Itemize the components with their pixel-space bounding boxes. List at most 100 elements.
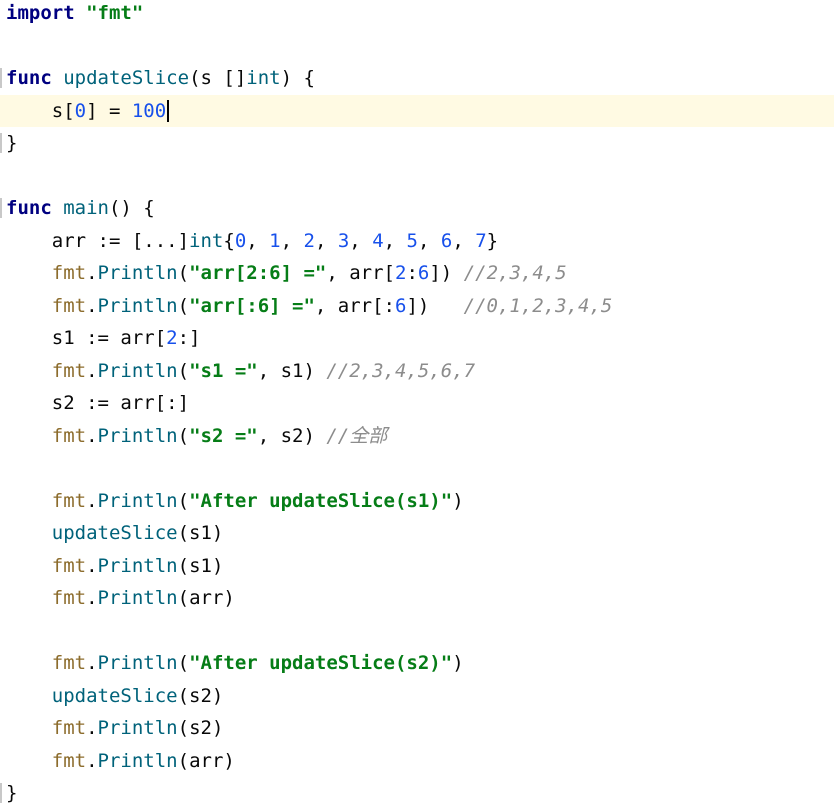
function-call-token: Println xyxy=(97,554,178,577)
string-token: "s2 =" xyxy=(189,424,258,447)
function-call-token: Println xyxy=(97,749,178,772)
code-line-current[interactable]: s[0] = 100 xyxy=(0,94,834,127)
function-call-token: Println xyxy=(97,424,178,447)
string-token: "arr[2:6] =" xyxy=(189,262,327,284)
code-line[interactable] xyxy=(0,30,834,62)
package-token: fmt xyxy=(51,359,87,382)
code-line[interactable]: func updateSlice(s []int) { xyxy=(0,62,834,94)
function-call-token: updateSlice xyxy=(51,522,178,544)
code-line[interactable]: fmt.Println("After updateSlice(s1)") xyxy=(0,485,834,517)
fold-marker[interactable] xyxy=(0,133,2,153)
number-token: 0 xyxy=(74,99,87,122)
code-line[interactable]: fmt.Println("s2 =", s2) //全部 xyxy=(0,420,834,452)
code-line[interactable] xyxy=(0,160,834,192)
code-text: s2 := arr[:] xyxy=(6,387,189,419)
code-token: (s2) xyxy=(177,684,224,707)
code-token: . xyxy=(86,652,98,674)
fold-marker[interactable] xyxy=(0,783,2,803)
code-line[interactable]: fmt.Println("arr[2:6] =", arr[2:6]) //2,… xyxy=(0,257,834,289)
code-token: , xyxy=(383,229,407,252)
code-line[interactable]: fmt.Println(arr) xyxy=(0,745,834,777)
code-token: } xyxy=(6,782,18,804)
package-token: fmt xyxy=(51,554,87,577)
text-caret xyxy=(167,100,170,122)
identifier-token: updateSlice xyxy=(63,67,190,89)
code-text: fmt.Println(arr) xyxy=(6,745,235,777)
function-call-token: Println xyxy=(97,489,178,512)
function-call-token: Println xyxy=(97,359,178,382)
code-token: ( xyxy=(177,424,190,447)
code-line[interactable]: } xyxy=(0,127,834,159)
code-line[interactable]: arr := [...]int{0, 1, 2, 3, 4, 5, 6, 7} xyxy=(0,225,834,257)
fold-marker[interactable] xyxy=(0,68,2,88)
code-line[interactable]: s1 := arr[2:] xyxy=(0,322,834,354)
code-token: , xyxy=(314,229,338,252)
code-text: fmt.Println(s2) xyxy=(6,712,224,744)
code-token: ( xyxy=(177,652,190,674)
code-token: , s1) xyxy=(257,359,327,382)
code-token: ) xyxy=(452,652,464,674)
identifier-token: int xyxy=(246,67,281,89)
code-token: ]) xyxy=(429,262,464,284)
code-line[interactable] xyxy=(0,452,834,484)
code-line[interactable]: fmt.Println(s1) xyxy=(0,550,834,582)
code-line[interactable]: fmt.Println(arr) xyxy=(0,582,834,614)
code-line[interactable]: fmt.Println(s2) xyxy=(0,712,834,744)
code-text: fmt.Println(s1) xyxy=(6,550,224,582)
code-line[interactable]: s2 := arr[:] xyxy=(0,387,834,419)
code-line[interactable]: updateSlice(s2) xyxy=(0,680,834,712)
package-token: fmt xyxy=(51,652,87,674)
code-token: . xyxy=(86,587,98,609)
comment-token: //全部 xyxy=(326,424,388,447)
code-line[interactable]: fmt.Println("s1 =", s1) //2,3,4,5,6,7 xyxy=(0,355,834,387)
code-token: : xyxy=(406,262,418,284)
code-token: s1 := arr[ xyxy=(6,327,167,349)
code-token: s2 := arr[:] xyxy=(6,392,190,414)
code-text: arr := [...]int{0, 1, 2, 3, 4, 5, 6, 7} xyxy=(6,225,498,257)
code-line[interactable] xyxy=(0,615,834,647)
number-token: 7 xyxy=(475,229,487,252)
code-line[interactable]: updateSlice(s1) xyxy=(0,517,834,549)
number-token: 100 xyxy=(131,99,167,122)
package-token: fmt xyxy=(51,749,87,772)
code-line[interactable]: func main() { xyxy=(0,192,834,224)
code-token: (arr) xyxy=(177,587,235,609)
code-token: ( xyxy=(177,294,190,317)
code-token: () { xyxy=(108,197,155,219)
code-text: s[0] = 100 xyxy=(6,95,170,127)
code-token: ( xyxy=(177,262,190,284)
code-token: ( xyxy=(177,489,190,512)
code-text: fmt.Println("arr[:6] =", arr[:6]) //0,1,… xyxy=(6,290,613,322)
code-line[interactable]: fmt.Println("After updateSlice(s2)") xyxy=(0,647,834,679)
code-token: } xyxy=(6,132,18,154)
code-token: . xyxy=(86,359,98,382)
code-line[interactable]: fmt.Println("arr[:6] =", arr[:6]) //0,1,… xyxy=(0,290,834,322)
identifier-token: int xyxy=(189,229,224,252)
keyword-token: func xyxy=(6,67,52,89)
number-token: 3 xyxy=(337,229,350,252)
code-line[interactable]: } xyxy=(0,777,834,809)
number-token: 1 xyxy=(269,229,281,252)
code-token: , arr[ xyxy=(326,262,395,284)
code-text: fmt.Println("s1 =", s1) //2,3,4,5,6,7 xyxy=(6,355,475,387)
code-token: (s1) xyxy=(177,522,224,544)
code-text: updateSlice(s2) xyxy=(6,680,224,712)
code-token: ]) xyxy=(406,294,464,317)
code-token: , arr[: xyxy=(314,294,395,317)
code-token: (s [] xyxy=(189,67,247,89)
code-text: fmt.Println("arr[2:6] =", arr[2:6]) //2,… xyxy=(6,257,567,289)
fold-marker[interactable] xyxy=(0,198,2,218)
package-token: fmt xyxy=(51,587,87,609)
code-line[interactable]: import "fmt" xyxy=(0,0,834,29)
keyword-token: func xyxy=(6,197,52,219)
package-token: fmt xyxy=(51,294,87,317)
code-editor[interactable]: import "fmt" func updateSlice(s []int) { … xyxy=(0,0,834,811)
